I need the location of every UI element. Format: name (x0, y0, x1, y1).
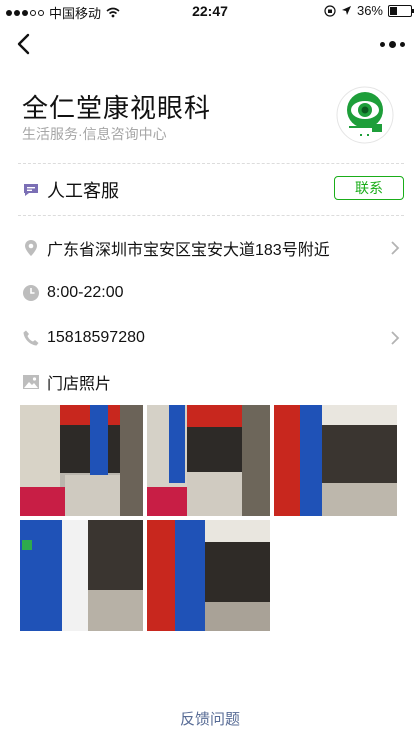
photos-title-row: 门店照片 (0, 367, 420, 397)
feedback-link[interactable]: 反馈问题 (0, 708, 420, 729)
status-bar: 中国移动 22:47 36% (0, 0, 420, 22)
chevron-left-icon (17, 33, 30, 55)
orientation-lock-icon (324, 4, 336, 17)
contact-button[interactable]: 联系 (334, 176, 404, 200)
location-icon (341, 6, 351, 15)
divider (18, 163, 404, 164)
address-text: 广东省深圳市宝安区宝安大道183号附近 (47, 242, 330, 259)
shop-name: 全仁堂康视眼科 (22, 93, 212, 123)
store-photo[interactable] (147, 520, 270, 631)
chevron-right-icon (391, 241, 400, 255)
battery-level (390, 6, 397, 15)
address-row[interactable]: 广东省深圳市宝安区宝安大道183号附近 (0, 233, 420, 263)
shop-logo (336, 86, 394, 144)
clock-icon (22, 284, 40, 302)
battery-percent: 36% (356, 3, 383, 18)
more-dots-icon (379, 41, 385, 47)
store-photo[interactable] (147, 405, 270, 516)
store-photo[interactable] (274, 405, 397, 516)
image-icon (22, 373, 40, 391)
phone-text: 15818597280 (47, 329, 145, 346)
customer-service-label: 人工客服 (47, 181, 119, 201)
status-right: 36% (324, 3, 414, 18)
store-photo[interactable] (20, 520, 143, 631)
divider (18, 215, 404, 216)
phone-row[interactable]: 15818597280 (0, 323, 420, 353)
phone-icon (22, 329, 40, 347)
back-button[interactable] (8, 28, 40, 60)
more-button[interactable] (372, 32, 412, 56)
battery-icon (388, 4, 414, 17)
hours-text: 8:00-22:00 (47, 284, 124, 301)
nav-bar (0, 22, 420, 66)
store-photo[interactable] (20, 405, 143, 516)
location-pin-icon (22, 239, 40, 257)
hours-row: 8:00-22:00 (0, 278, 420, 308)
chat-icon (22, 181, 40, 199)
chevron-right-icon (391, 331, 400, 345)
photos-title: 门店照片 (47, 376, 112, 393)
shop-category: 生活服务·信息咨询中心 (22, 126, 167, 142)
